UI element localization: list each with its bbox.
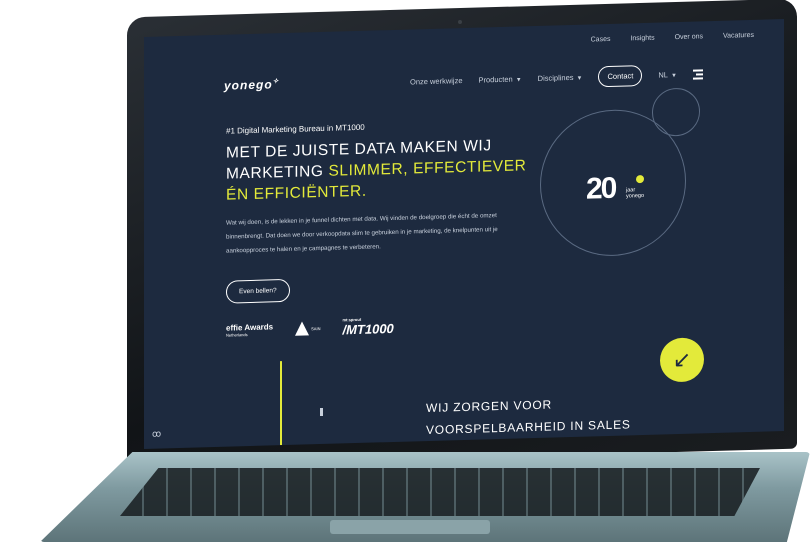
badge-label: jaar yonego xyxy=(626,187,645,200)
sain-logo: SAIN xyxy=(295,321,320,336)
caret-down-icon: ▼ xyxy=(576,75,583,82)
badge-dot xyxy=(636,174,644,184)
headline-plain: MARKETING xyxy=(226,162,329,183)
laptop-trackpad xyxy=(330,520,490,534)
scroll-indicator xyxy=(320,407,323,417)
anniversary-badge: 20 jaar yonego xyxy=(586,171,656,223)
hero-headline: MET DE JUISTE DATA MAKEN WIJ MARKETING S… xyxy=(226,134,546,206)
scroll-down-button[interactable]: ↙ xyxy=(660,337,704,383)
hero-eyebrow: #1 Digital Marketing Bureau in MT1000 xyxy=(226,122,365,136)
nav-dropdown-producten[interactable]: Producten ▼ xyxy=(478,74,522,85)
cookie-icon[interactable]: ꝏ xyxy=(152,428,161,439)
laptop-keyboard xyxy=(120,468,760,516)
awards-row: effie Awards Netherlands SAIN mt:sprout/M… xyxy=(226,316,394,341)
caret-down-icon: ▼ xyxy=(670,73,677,80)
section-heading: WIJ ZORGEN VOOR VOORSPELBAARHEID IN SALE… xyxy=(426,391,631,441)
hero-body: Wat wij doen, is de lekken in je funnel … xyxy=(226,212,498,255)
mt1000-logo: mt:sprout/MT1000 xyxy=(342,316,394,338)
headline-highlight: SLIMMER, EFFECTIEVER xyxy=(328,157,527,180)
disciplines-label: Disciplines xyxy=(537,72,574,83)
yonego-logo[interactable]: yonego✧ xyxy=(224,77,280,92)
arrow-down-left-icon: ↙ xyxy=(672,346,692,373)
language-label: NL xyxy=(658,70,668,80)
nav-link-werkwijze[interactable]: Onze werkwijze xyxy=(410,76,463,86)
language-selector[interactable]: NL ▼ xyxy=(658,70,677,80)
nav-link-cases[interactable]: Cases xyxy=(591,36,611,44)
main-navigation: Onze werkwijze Producten ▼ Disciplines ▼ C… xyxy=(410,63,703,92)
nav-dropdown-disciplines[interactable]: Disciplines ▼ xyxy=(538,73,583,83)
effie-awards-logo: effie Awards Netherlands xyxy=(226,322,274,338)
producten-label: Producten xyxy=(478,74,513,85)
website-screen: Cases Insights Over ons Vacatures yonego… xyxy=(144,19,784,449)
nav-link-insights[interactable]: Insights xyxy=(630,35,654,43)
contact-button[interactable]: Contact xyxy=(598,65,643,88)
call-button[interactable]: Even bellen? xyxy=(226,278,290,304)
caret-down-icon: ▼ xyxy=(515,77,522,84)
hamburger-menu-icon[interactable] xyxy=(692,67,703,81)
badge-number: 20 xyxy=(586,171,616,206)
nav-link-vacatures[interactable]: Vacatures xyxy=(723,32,754,40)
laptop-camera xyxy=(458,20,462,24)
top-navigation: Cases Insights Over ons Vacatures xyxy=(591,32,754,44)
nav-link-over-ons[interactable]: Over ons xyxy=(675,33,703,41)
accent-line xyxy=(280,361,282,446)
